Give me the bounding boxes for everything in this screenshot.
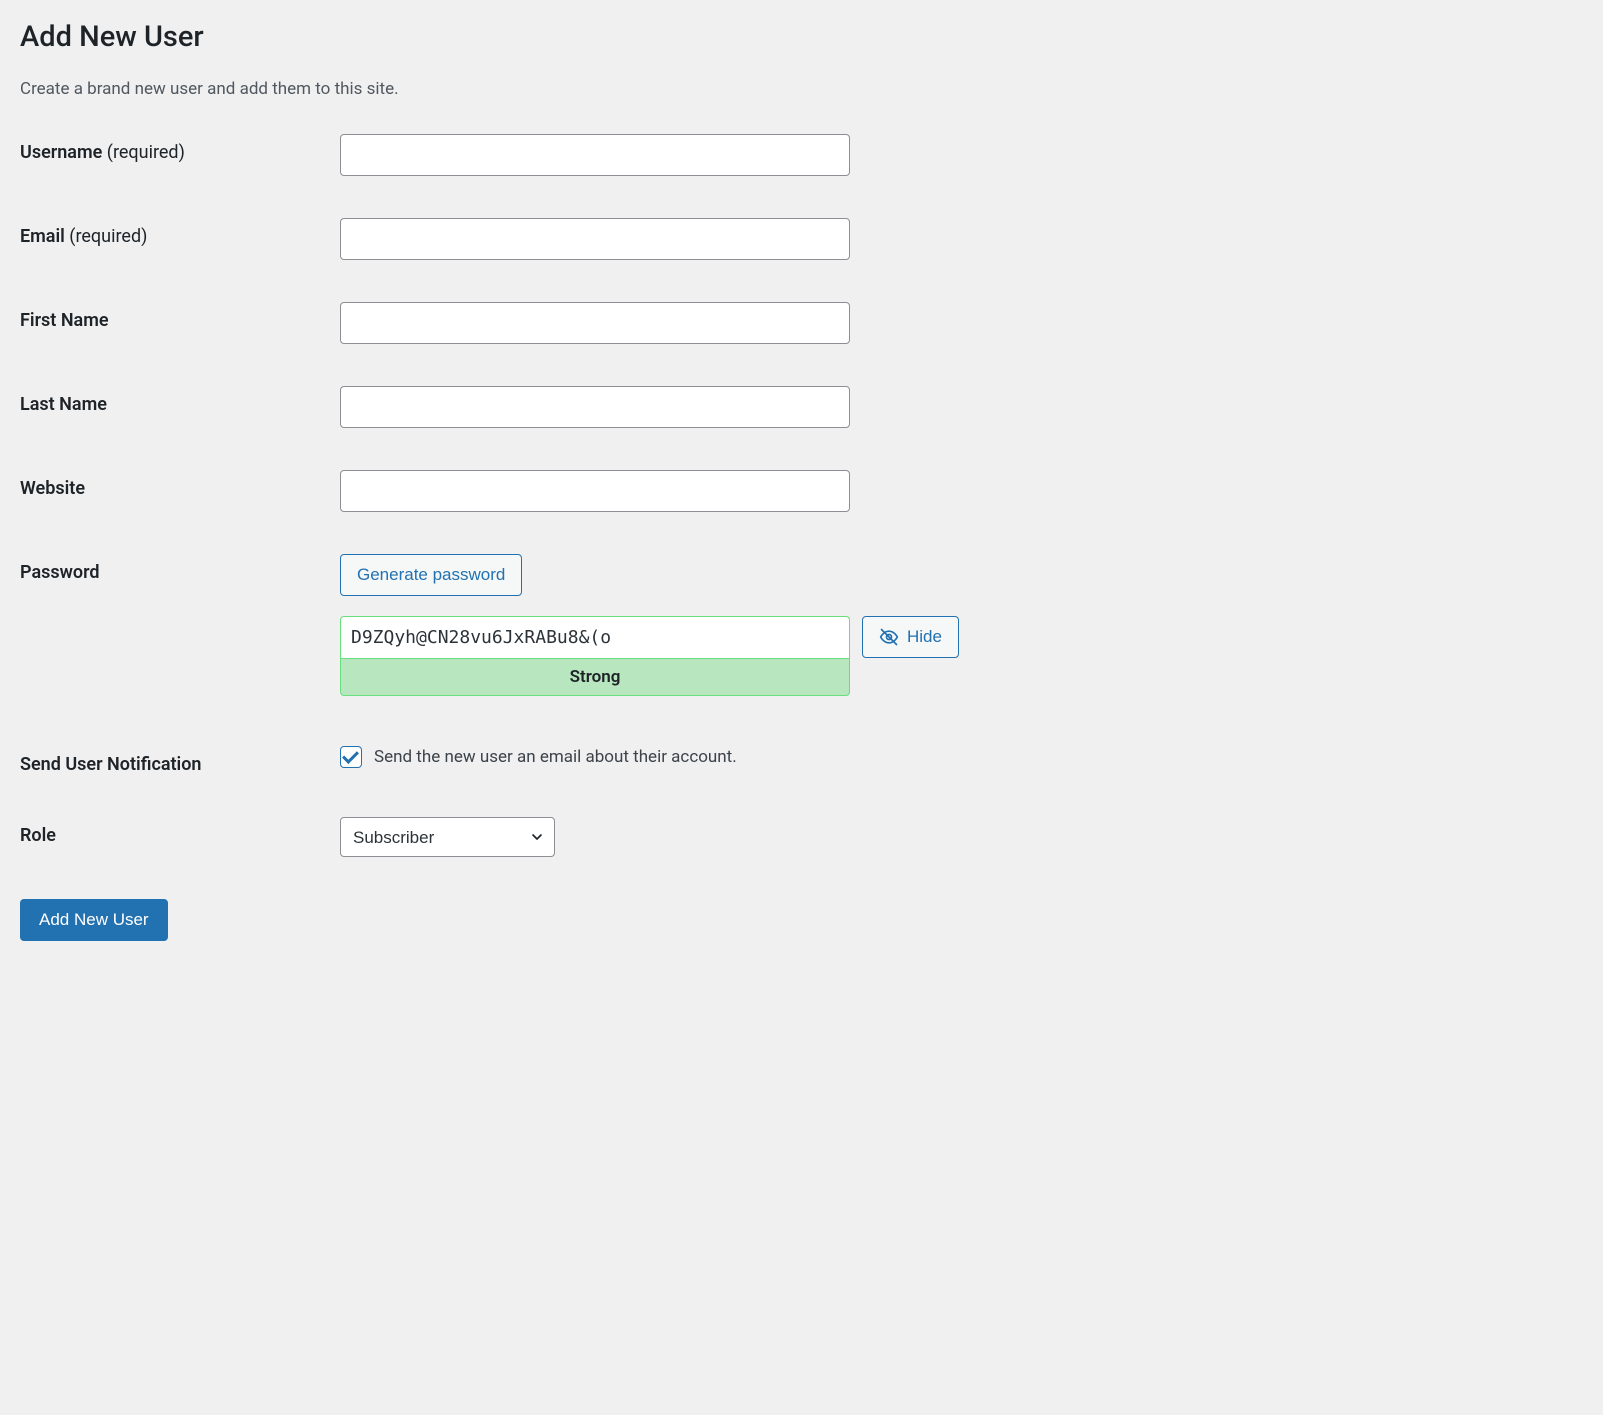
form-row-notification: Send User Notification Send the new user… — [20, 746, 1583, 775]
form-row-website: Website — [20, 470, 1583, 512]
email-input[interactable] — [340, 218, 850, 260]
username-required-text: (required) — [107, 142, 185, 163]
add-new-user-button[interactable]: Add New User — [20, 899, 168, 941]
first-name-input[interactable] — [340, 302, 850, 344]
form-row-last-name: Last Name — [20, 386, 1583, 428]
hide-password-label: Hide — [907, 627, 942, 647]
last-name-input[interactable] — [340, 386, 850, 428]
password-label: Password — [20, 554, 340, 583]
generate-password-button[interactable]: Generate password — [340, 554, 522, 596]
first-name-label: First Name — [20, 302, 340, 331]
username-label-text: Username — [20, 142, 102, 163]
notification-control: Send the new user an email about their a… — [340, 746, 1583, 768]
role-select[interactable]: Subscriber — [340, 817, 555, 857]
page-title: Add New User — [20, 20, 1583, 54]
submit-row: Add New User — [20, 899, 1583, 941]
form-row-email: Email (required) — [20, 218, 1583, 260]
eye-slash-icon — [879, 627, 899, 647]
username-control — [340, 134, 1583, 176]
email-control — [340, 218, 1583, 260]
notification-checkbox-label[interactable]: Send the new user an email about their a… — [374, 747, 737, 767]
notification-label: Send User Notification — [20, 746, 340, 775]
password-input-row: Strong Hide — [340, 616, 1583, 696]
password-input[interactable] — [340, 616, 850, 658]
form-row-password: Password Generate password Strong Hide — [20, 554, 1583, 696]
username-input[interactable] — [340, 134, 850, 176]
email-required-text: (required) — [69, 226, 147, 247]
form-row-role: Role Subscriber — [20, 817, 1583, 857]
form-row-first-name: First Name — [20, 302, 1583, 344]
password-input-wrap: Strong — [340, 616, 850, 696]
first-name-control — [340, 302, 1583, 344]
notification-checkbox[interactable] — [340, 746, 362, 768]
website-input[interactable] — [340, 470, 850, 512]
password-strength-indicator: Strong — [340, 658, 850, 696]
role-control: Subscriber — [340, 817, 1583, 857]
website-control — [340, 470, 1583, 512]
page-description: Create a brand new user and add them to … — [20, 79, 1583, 99]
website-label: Website — [20, 470, 340, 499]
last-name-label: Last Name — [20, 386, 340, 415]
username-label: Username (required) — [20, 134, 340, 163]
notification-checkbox-row: Send the new user an email about their a… — [340, 746, 1583, 768]
role-label: Role — [20, 817, 340, 846]
password-control: Generate password Strong Hide — [340, 554, 1583, 696]
last-name-control — [340, 386, 1583, 428]
email-label: Email (required) — [20, 218, 340, 247]
role-select-wrap: Subscriber — [340, 817, 555, 857]
hide-password-button[interactable]: Hide — [862, 616, 959, 658]
form-row-username: Username (required) — [20, 134, 1583, 176]
email-label-text: Email — [20, 226, 65, 247]
